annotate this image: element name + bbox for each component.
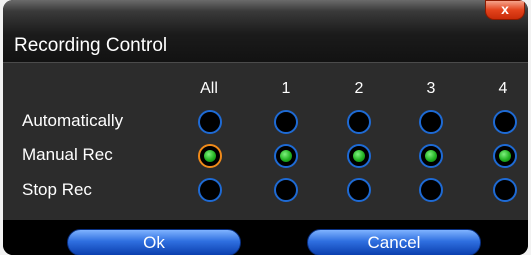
column-header-4: 4 [498,80,508,97]
radio-automatically-all[interactable] [198,110,222,134]
radio-manual-rec-3[interactable] [419,144,443,168]
radio-automatically-1[interactable] [274,110,298,134]
row-label-automatically: Automatically [22,111,124,130]
radio-manual-rec-4[interactable] [493,144,517,168]
column-header-all: All [200,80,218,97]
radio-stop-rec-3[interactable] [419,178,443,202]
radio-automatically-2[interactable] [347,110,371,134]
column-header-3: 3 [426,80,436,97]
radio-stop-rec-2[interactable] [347,178,371,202]
row-label-manual-rec: Manual Rec [22,145,113,164]
close-button[interactable]: x [485,0,525,20]
radio-manual-rec-2[interactable] [347,144,371,168]
cancel-button[interactable]: Cancel [307,229,481,255]
radio-selected-dot [353,150,365,162]
radio-manual-rec-1[interactable] [274,144,298,168]
column-header-2: 2 [354,80,364,97]
radio-selected-dot [204,150,216,162]
dialog-title: Recording Control [14,35,168,56]
radio-automatically-4[interactable] [493,110,517,134]
title-bar: Recording Control x [3,0,528,63]
radio-selected-dot [280,150,292,162]
close-icon: x [501,1,509,17]
radio-manual-rec-all[interactable] [198,144,222,168]
radio-automatically-3[interactable] [419,110,443,134]
recording-control-dialog: Recording Control x All 1 2 3 4 Automati… [3,0,528,255]
radio-selected-dot [425,150,437,162]
row-label-stop-rec: Stop Rec [22,180,92,199]
column-header-1: 1 [281,80,291,97]
radio-stop-rec-all[interactable] [198,178,222,202]
ok-button[interactable]: Ok [67,229,241,255]
radio-selected-dot [499,150,511,162]
radio-stop-rec-4[interactable] [493,178,517,202]
radio-stop-rec-1[interactable] [274,178,298,202]
